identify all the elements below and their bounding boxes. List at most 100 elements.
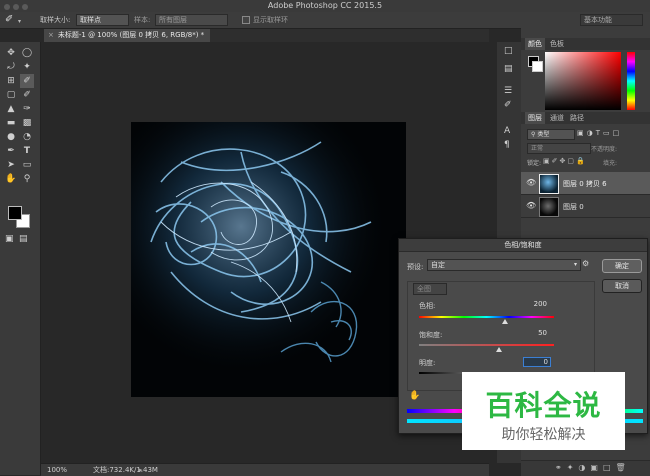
eyedropper-icon[interactable]: ✐: [5, 14, 13, 25]
stamp-tool-icon[interactable]: ▲: [4, 102, 18, 116]
eraser-tool-icon[interactable]: ▬: [4, 116, 18, 130]
layer-name[interactable]: 图层 0 拷贝 6: [563, 179, 607, 189]
tab-paths[interactable]: 路径: [567, 112, 587, 124]
status-bar: 100% 文档:732.4K/1.43M ▸: [41, 463, 489, 476]
visibility-eye-icon[interactable]: 👁: [526, 178, 536, 187]
layer-filter-select[interactable]: ⚲ 类型: [527, 129, 575, 140]
blur-tool-icon[interactable]: ●: [4, 130, 18, 144]
properties-panel-icon[interactable]: ▤: [504, 64, 513, 74]
document-tab[interactable]: × 未标题-1 @ 100% (图层 0 拷贝 6, RGB/8*) *: [44, 29, 211, 42]
watermark-subtitle: 助你轻松解决: [501, 427, 586, 443]
preset-value: 自定: [431, 261, 445, 269]
history-brush-icon[interactable]: ✑: [20, 102, 34, 116]
lock-icons[interactable]: ▣✐✥▢🔒: [543, 157, 587, 165]
history-panel-icon[interactable]: □: [504, 46, 513, 56]
sample-select[interactable]: 所有图层: [155, 14, 228, 26]
hue-slider-track[interactable]: [419, 316, 554, 318]
layer-thumbnail: [539, 197, 559, 217]
quick-select-tool-icon[interactable]: ✦: [20, 60, 34, 74]
hue-slider-thumb[interactable]: [502, 319, 508, 324]
document-size: 文档:732.4K/1.43M: [93, 466, 158, 474]
foreground-color-front[interactable]: [8, 206, 22, 220]
hand-tool-icon[interactable]: ✋: [4, 172, 18, 186]
screen-mode-icon[interactable]: ▤: [19, 234, 28, 244]
options-bar: ✐ ▾ 取样大小: 取样点 样本: 所有图层 显示取样环 基本功能: [0, 12, 650, 29]
preset-options-icon[interactable]: ⚙: [582, 259, 589, 268]
dodge-tool-icon[interactable]: ◔: [20, 130, 34, 144]
workspace-select[interactable]: 基本功能: [580, 14, 643, 26]
pen-tool-icon[interactable]: ✒: [4, 144, 18, 158]
layer-footer-icons[interactable]: ⚭✦◑▣□🗑: [555, 463, 631, 472]
saturation-slider-track[interactable]: [419, 344, 554, 346]
target-adjust-hand-icon[interactable]: ✋: [409, 391, 420, 401]
path-select-icon[interactable]: ➤: [4, 158, 18, 172]
color-field[interactable]: [545, 52, 621, 110]
shape-tool-icon[interactable]: ▭: [20, 158, 34, 172]
watermark-logo: 百科全说 助你轻松解决: [462, 372, 625, 450]
lightness-label: 明度:: [419, 359, 436, 367]
sample-size-label: 取样大小:: [40, 16, 71, 24]
chevron-down-icon: ▾: [573, 261, 577, 268]
lasso-tool-icon[interactable]: ⤾: [4, 60, 18, 74]
zoom-level[interactable]: 100%: [47, 464, 67, 476]
lock-label: 锁定:: [527, 160, 542, 167]
adjustments-panel-icon[interactable]: ☰: [504, 86, 512, 96]
gradient-tool-icon[interactable]: ▩: [20, 116, 34, 130]
preset-label: 预设:: [407, 263, 424, 271]
chevron-down-icon[interactable]: ▾: [18, 18, 21, 25]
marquee-tool-icon[interactable]: ◯: [20, 46, 34, 60]
paragraph-panel-icon[interactable]: ¶: [504, 140, 510, 150]
layers-panel-tabs: 图层 通道 路径: [521, 112, 650, 124]
visibility-eye-icon[interactable]: 👁: [526, 201, 536, 210]
lightness-value[interactable]: 0: [523, 357, 551, 367]
bg-color-chip[interactable]: [532, 61, 543, 72]
type-tool-icon[interactable]: T: [20, 144, 34, 158]
layer-filter-value: 类型: [537, 131, 550, 138]
tab-layers[interactable]: 图层: [525, 112, 545, 124]
status-menu-icon[interactable]: ▸: [139, 464, 143, 476]
saturation-slider-thumb[interactable]: [496, 347, 502, 352]
saturation-value[interactable]: 50: [523, 329, 549, 337]
document-tab-label: 未标题-1 @ 100% (图层 0 拷贝 6, RGB/8*) *: [57, 31, 205, 39]
layer-filter-icons[interactable]: ▣◑T▭□: [577, 129, 622, 137]
sample-size-value: 取样点: [80, 16, 101, 24]
brush-tool-icon[interactable]: ✐: [20, 88, 34, 102]
sample-value: 所有图层: [159, 16, 187, 24]
opacity-label: 不透明度:: [591, 146, 618, 153]
tools-panel: ✥ ◯ ⤾ ✦ ⊞ ✐ ▢ ✐ ▲ ✑ ▬ ▩ ● ◔ ✒ T ➤ ▭ ✋ ⚲ …: [0, 42, 41, 475]
sample-size-select[interactable]: 取样点: [76, 14, 129, 26]
hue-value[interactable]: 200: [523, 300, 549, 308]
hue-slider[interactable]: [627, 52, 635, 110]
watermark-title: 百科全说: [485, 389, 602, 422]
close-tab-icon[interactable]: ×: [48, 31, 54, 39]
channel-value: 全图: [417, 285, 431, 293]
character-panel-icon[interactable]: A: [504, 126, 510, 136]
color-panel-tabs: 颜色 色板: [521, 38, 650, 50]
show-ring-checkbox[interactable]: [242, 16, 250, 24]
hue-label: 色相:: [419, 302, 436, 310]
window-title: Adobe Photoshop CC 2015.5: [267, 1, 383, 10]
workspace-value: 基本功能: [584, 16, 612, 24]
tab-channels[interactable]: 通道: [547, 112, 567, 124]
brush-panel-icon[interactable]: ✐: [504, 100, 512, 110]
quick-mask-icon[interactable]: ▣: [5, 234, 14, 244]
layer-row[interactable]: 👁 图层 0 拷贝 6: [521, 172, 650, 195]
artwork-image: [131, 122, 406, 397]
blend-mode-select[interactable]: 正常: [527, 143, 591, 154]
tab-swatches[interactable]: 色板: [547, 38, 567, 50]
channel-select[interactable]: 全图: [413, 283, 447, 295]
tab-color[interactable]: 颜色: [525, 38, 545, 50]
layer-row[interactable]: 👁 图层 0: [521, 195, 650, 218]
layer-name[interactable]: 图层 0: [563, 202, 584, 212]
crop-tool-icon[interactable]: ⊞: [4, 74, 18, 88]
preset-select[interactable]: 自定 ▾: [427, 259, 581, 271]
layer-thumbnail: [539, 174, 559, 194]
healing-tool-icon[interactable]: ▢: [4, 88, 18, 102]
ok-button[interactable]: 确定: [602, 259, 642, 273]
cancel-button[interactable]: 取消: [602, 279, 642, 293]
move-tool-icon[interactable]: ✥: [4, 46, 18, 60]
zoom-tool-icon[interactable]: ⚲: [20, 172, 34, 186]
document-canvas[interactable]: [131, 122, 406, 397]
eyedropper-tool-icon[interactable]: ✐: [20, 74, 34, 88]
show-ring-label: 显示取样环: [253, 16, 288, 24]
